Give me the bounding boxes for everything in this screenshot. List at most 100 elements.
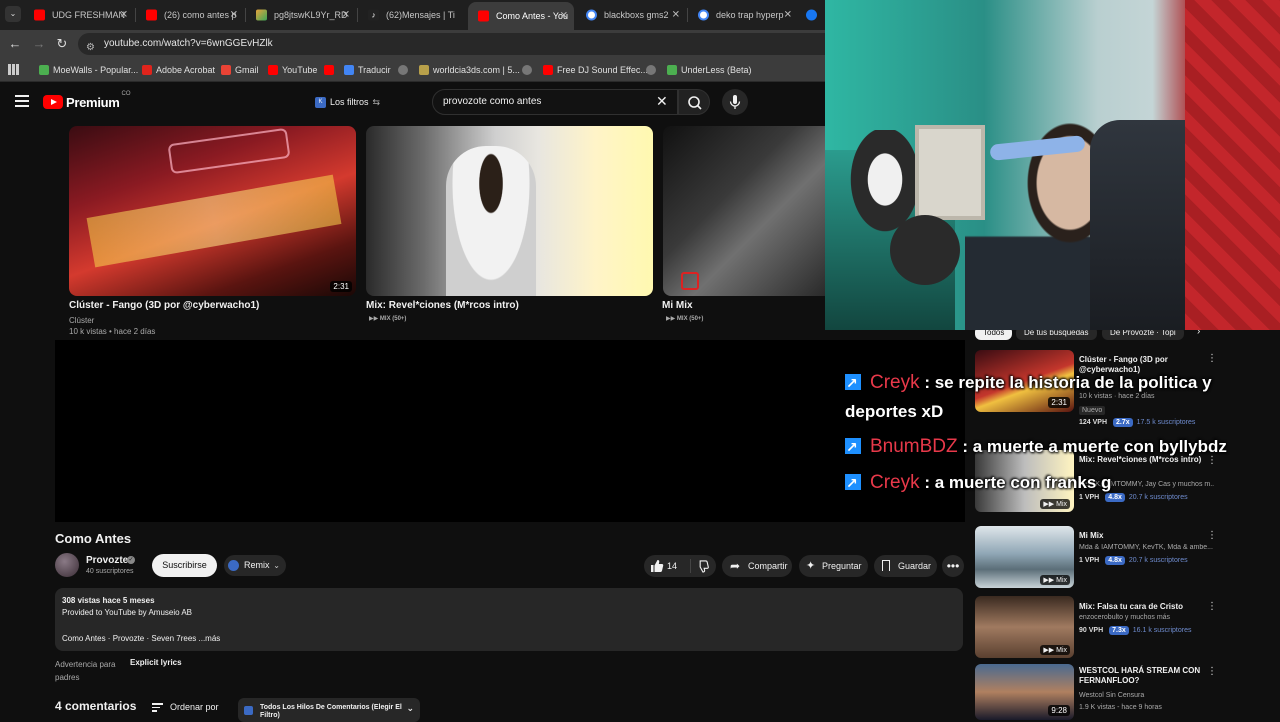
chat-username: Creyk: [870, 472, 920, 493]
remix-button[interactable]: Remix ⌄: [224, 555, 286, 576]
comments-count: 4 comentarios: [55, 699, 137, 713]
close-tab-icon[interactable]: ✕: [784, 10, 792, 21]
search-input[interactable]: provozote como antes: [432, 89, 678, 115]
explicit-lyrics-label: Explicit lyrics: [130, 658, 182, 667]
site-settings-icon[interactable]: ⚙: [86, 37, 95, 59]
page-title: Como Antes: [55, 531, 132, 546]
save-button[interactable]: Guardar: [874, 555, 937, 577]
bookmark-acrobat[interactable]: Adobe Acrobat: [142, 63, 215, 77]
browser-tab-1[interactable]: UDG FRESHMAN ✕: [24, 4, 134, 26]
browser-tab-6[interactable]: blackboxs gms2 ✕: [576, 4, 686, 26]
thumbs-down-icon[interactable]: [696, 560, 709, 573]
chat-message-continuation: deportes xD: [845, 402, 944, 421]
more-vertical-icon[interactable]: ⋮: [1207, 601, 1217, 612]
mix-label: MIX (50+): [676, 316, 704, 322]
bookmark-traducir[interactable]: Traducir: [344, 63, 391, 77]
bookmark-underless[interactable]: UnderLess (Beta): [667, 63, 752, 77]
bookmark-free-dj[interactable]: Free DJ Sound Effec...: [543, 63, 648, 77]
new-badge: Nuevo: [1079, 406, 1106, 415]
video-thumbnail[interactable]: 2:31: [69, 126, 356, 296]
comment-filter-dropdown[interactable]: Todos Los Hilos De Comentarios (Elegir E…: [238, 698, 420, 722]
chat-text: : a muerte con franks g: [919, 473, 1112, 492]
avatar[interactable]: [55, 553, 79, 577]
mix-icon: ▶▶: [666, 316, 677, 322]
more-actions-button[interactable]: •••: [942, 555, 964, 577]
close-tab-icon[interactable]: ✕: [342, 10, 350, 21]
chat-badge-icon: [845, 433, 861, 462]
reload-icon[interactable]: ↻: [54, 36, 70, 52]
microphone-icon: [729, 95, 741, 109]
bookmark-globe-2[interactable]: [522, 63, 536, 77]
forward-arrow-icon[interactable]: →: [31, 36, 47, 52]
close-tab-icon[interactable]: ✕: [120, 10, 128, 21]
thumbs-up-icon: [651, 560, 664, 572]
related-thumbnail[interactable]: 9:28: [975, 664, 1074, 720]
youtube-favicon-icon: [146, 9, 157, 21]
bookmark-label: YouTube: [282, 65, 318, 75]
mix-badge: ▶▶ Mix: [1040, 499, 1070, 509]
related-meta: enzocerobulto y muchos más: [1079, 614, 1171, 621]
related-thumbnail[interactable]: ▶▶ Mix: [975, 526, 1074, 588]
browser-tab-4[interactable]: ♪ (62)Mensajes | Ti: [358, 4, 468, 26]
youtube-play-icon: [43, 95, 63, 109]
back-arrow-icon[interactable]: ←: [7, 36, 23, 52]
channel-name[interactable]: Provozte: [86, 555, 128, 566]
ask-button[interactable]: ✦ Preguntar: [799, 555, 868, 577]
microphone: [890, 215, 960, 285]
tab-list-dropdown-icon[interactable]: ⌄: [5, 6, 21, 22]
related-title[interactable]: Mix: Falsa tu cara de Cristo: [1079, 602, 1209, 612]
browser-tab-3[interactable]: pg8jtswKL9Yr_RD ✕: [246, 4, 356, 26]
thumbnail-neon-sign: [167, 127, 291, 175]
comment-filter-label: Todos Los Hilos De Comentarios (Elegir E…: [260, 704, 402, 719]
filter-sliders-icon: ⇆: [372, 96, 381, 107]
url-bar[interactable]: ⚙ youtube.com/watch?v=6wnGGEvHZlk: [78, 33, 838, 55]
vph-subs: 17.5 k suscriptores: [1136, 419, 1196, 426]
webcam-overlay: [825, 0, 1280, 330]
bookmark-youtube[interactable]: YouTube: [268, 63, 317, 77]
bookmark-globe-3[interactable]: [646, 63, 660, 77]
bookmark-moewalls[interactable]: MoeWalls - Popular...: [39, 63, 138, 77]
close-tab-icon[interactable]: ✕: [230, 10, 238, 21]
browser-tab-2[interactable]: (26) como antes p ✕: [136, 4, 244, 26]
related-title[interactable]: Mi Mix: [1079, 531, 1209, 541]
more-vertical-icon[interactable]: ⋮: [1207, 530, 1217, 541]
bookmark-label: UnderLess (Beta): [681, 65, 752, 75]
video-title[interactable]: Mi Mix: [662, 300, 693, 311]
chat-message: Creyk : a muerte con franks g: [845, 468, 1265, 498]
related-thumbnail[interactable]: ▶▶ Mix: [975, 596, 1074, 658]
vph-stats: 90 VPH 7.3x 16.1 k suscriptores: [1079, 626, 1192, 635]
youtube-premium-logo[interactable]: Premium CO: [43, 91, 131, 110]
apps-grid-icon[interactable]: [8, 64, 19, 75]
browser-tab-7[interactable]: deko trap hyperp ✕: [688, 4, 798, 26]
mix-label: Mix: [1056, 647, 1067, 654]
voice-search-button[interactable]: [722, 89, 748, 115]
vph-multiplier: 2.7x: [1113, 418, 1133, 427]
bookmark-gmail[interactable]: Gmail: [221, 63, 259, 77]
video-thumbnail[interactable]: [663, 126, 825, 296]
video-title[interactable]: Mix: Revel*ciones (M*rcos intro): [366, 300, 519, 311]
more-vertical-icon[interactable]: ⋮: [1207, 353, 1217, 364]
close-tab-icon[interactable]: ✕: [560, 11, 568, 22]
subscribe-button[interactable]: Suscribirse: [152, 554, 217, 577]
remix-label: Remix: [244, 560, 270, 570]
search-button[interactable]: [678, 89, 710, 115]
bookmark-worldcia[interactable]: worldcia3ds.com | 5...: [419, 63, 520, 77]
bookmark-globe[interactable]: [398, 63, 412, 77]
clear-search-icon[interactable]: ✕: [656, 93, 668, 110]
tab-title: (26) como antes p: [164, 10, 237, 20]
video-title[interactable]: Clúster - Fango (3D por @cyberwacho1): [69, 300, 259, 311]
more-vertical-icon[interactable]: ⋮: [1207, 666, 1217, 677]
hamburger-menu-icon[interactable]: [15, 95, 29, 107]
description-box[interactable]: 308 vistas hace 5 meses Provided to YouT…: [55, 588, 963, 651]
browser-tab-active[interactable]: Como Antes - You ✕: [468, 2, 574, 30]
sort-comments-button[interactable]: Ordenar por: [152, 702, 219, 712]
bookmark-youtube-2[interactable]: [324, 63, 338, 77]
video-player[interactable]: [55, 340, 965, 522]
video-thumbnail[interactable]: [366, 126, 653, 296]
close-tab-icon[interactable]: ✕: [672, 10, 680, 21]
video-channel[interactable]: Clúster: [69, 316, 94, 325]
filters-button[interactable]: K Los filtros ⇆: [309, 91, 385, 113]
browser-tab-8[interactable]: [800, 4, 824, 26]
share-button[interactable]: ➦ Compartir: [722, 555, 792, 577]
related-title[interactable]: WESTCOL HARÁ STREAM CON FERNANFLOO?: [1079, 666, 1209, 686]
